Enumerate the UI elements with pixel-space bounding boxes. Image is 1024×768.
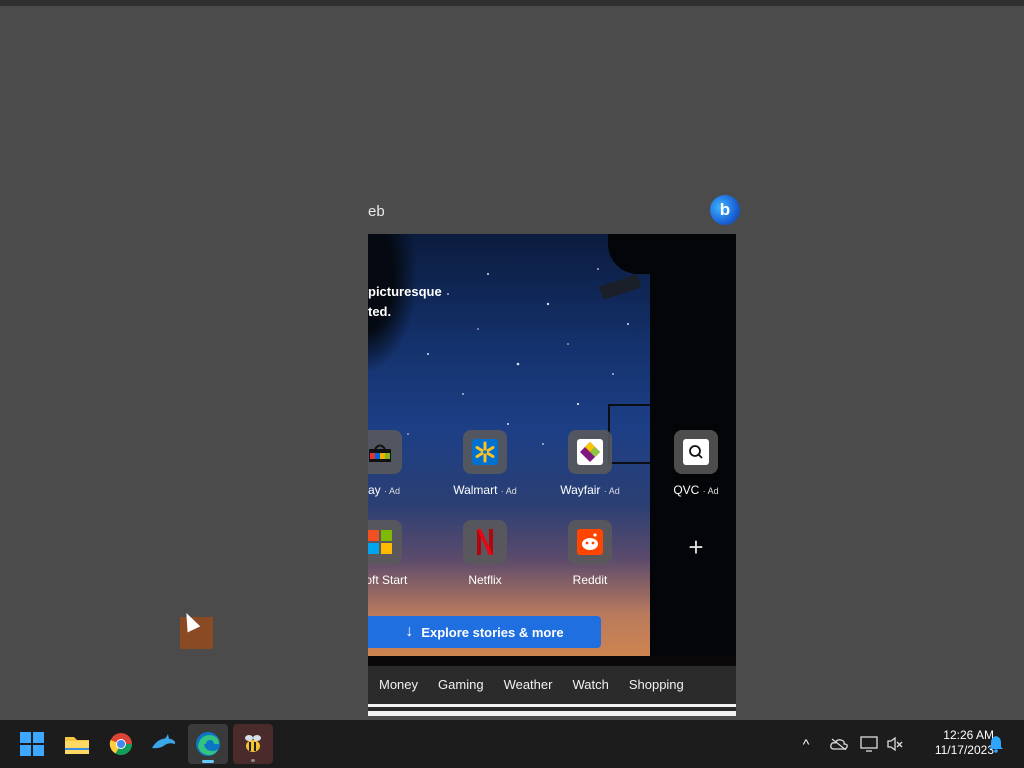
ground-silhouette <box>368 656 736 666</box>
clock-date: 11/17/2023 <box>934 743 994 757</box>
tile-label: Wayfair <box>560 483 601 497</box>
tile-reddit[interactable]: Reddit <box>545 520 635 587</box>
tile-netflix[interactable]: Netflix <box>440 520 530 587</box>
windows-start-icon[interactable] <box>12 724 52 764</box>
ad-badge: · Ad <box>603 486 620 496</box>
explore-label: Explore stories & more <box>421 624 564 640</box>
ebay-bag-icon <box>368 430 402 474</box>
arrow-down-icon: ↓ <box>405 623 414 640</box>
caption-line-2: ted. <box>368 304 392 319</box>
notification-bell-icon[interactable] <box>986 720 1006 768</box>
tile-qvc[interactable]: QVC · Ad <box>651 430 736 497</box>
tab-weather[interactable]: Weather <box>504 677 553 692</box>
bee-app-icon[interactable] <box>233 724 273 764</box>
feed-tabs-bar: Money Gaming Weather Watch Shopping <box>368 666 736 702</box>
image-caption[interactable]: picturesque ted. <box>368 282 442 322</box>
tab-gaming[interactable]: Gaming <box>438 677 484 692</box>
tile-label: osoft Start <box>368 573 408 587</box>
ad-badge: · Ad <box>500 486 517 496</box>
ad-badge: · Ad <box>702 486 719 496</box>
clock[interactable]: 12:26 AM 11/17/2023 <box>912 728 994 758</box>
tile-walmart[interactable]: Walmart · Ad <box>440 430 530 497</box>
dolphin-icon[interactable] <box>144 724 184 764</box>
explore-stories-button[interactable]: ↓ Explore stories & more <box>368 616 601 648</box>
caption-line-1: picturesque <box>368 284 442 299</box>
tile-label: Netflix <box>468 573 502 587</box>
tile-ebay[interactable]: Bay · Ad <box>368 430 425 497</box>
tile-wayfair[interactable]: Wayfair · Ad <box>545 430 635 497</box>
bing-chat-icon[interactable]: b <box>710 195 740 225</box>
chrome-icon[interactable] <box>101 724 141 764</box>
search-box[interactable]: eb <box>368 203 385 220</box>
tab-shopping[interactable]: Shopping <box>629 677 684 692</box>
tile-label: QVC <box>673 483 700 497</box>
edge-new-tab-window: eb b picturesque ted. ay · Ad Walmart · … <box>368 190 740 720</box>
walmart-spark-icon <box>463 430 507 474</box>
wayfair-icon <box>568 430 612 474</box>
tile-label: Walmart <box>453 483 498 497</box>
tab-watch[interactable]: Watch <box>572 677 608 692</box>
plus-icon: + <box>688 532 704 562</box>
tray-overflow-chevron-icon[interactable]: ^ <box>796 720 816 768</box>
volume-muted-icon[interactable] <box>884 720 906 768</box>
edge-icon[interactable] <box>188 724 228 764</box>
reddit-icon <box>568 520 612 564</box>
running-indicator <box>251 759 255 762</box>
onedrive-cloud-icon[interactable] <box>828 720 850 768</box>
tile-label: Reddit <box>572 573 608 587</box>
background-hero-image: picturesque ted. Bay · Ad <box>368 234 736 666</box>
tile-label: Bay <box>368 483 381 497</box>
network-icon[interactable] <box>858 720 880 768</box>
ad-badge: · Ad <box>384 486 401 496</box>
microsoft-logo-icon <box>368 520 402 564</box>
active-indicator <box>202 760 214 763</box>
add-site-button[interactable]: + <box>651 532 736 562</box>
netflix-icon <box>463 520 507 564</box>
tabs-divider <box>368 702 736 716</box>
tile-microsoft-start[interactable]: osoft Start <box>368 520 425 587</box>
qvc-icon <box>674 430 718 474</box>
taskbar: ^ 12:26 AM 11/17/2023 <box>0 720 1024 768</box>
clock-time: 12:26 AM <box>943 728 994 742</box>
tab-money[interactable]: Money <box>379 677 418 692</box>
file-explorer-icon[interactable] <box>57 724 97 764</box>
